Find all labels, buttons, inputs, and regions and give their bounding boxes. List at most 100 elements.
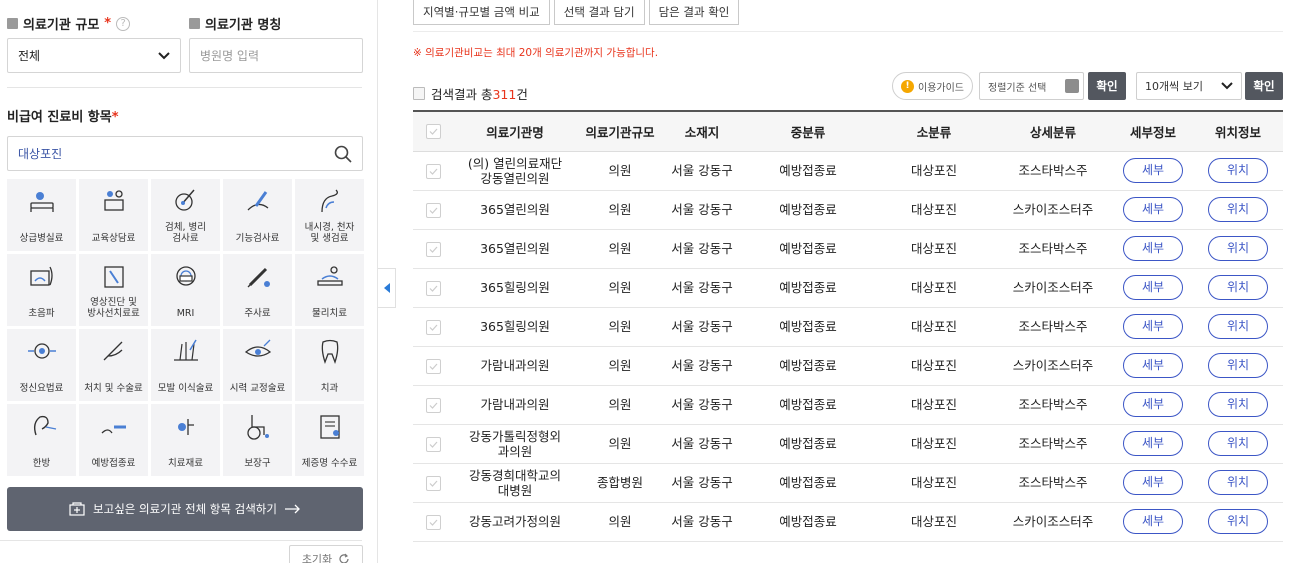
table-row: 365힐링의원 의원 서울 강동구 예방접종료 대상포진 스카이조스터주 세부 위치 — [413, 268, 1283, 308]
scale-cell: 의원 — [577, 307, 663, 347]
surgery-icon — [98, 336, 130, 366]
search-all-button[interactable]: 보고싶은 의료기관 전체 항목 검색하기 — [7, 487, 363, 531]
hospital-name-cell: 가람내과의원 — [453, 385, 577, 425]
category-label: 검체, 병리 검사료 — [165, 222, 206, 244]
category-label: 보장구 — [244, 458, 271, 469]
location-cell: 서울 강동구 — [663, 190, 741, 230]
detail-button[interactable]: 세부 — [1123, 509, 1183, 534]
detail-button[interactable]: 세부 — [1123, 392, 1183, 417]
detail-button[interactable]: 세부 — [1123, 314, 1183, 339]
compare-notice: ※ 의료기관비교는 최대 20개 의료기관까지 가능합니다. — [413, 47, 659, 59]
category-item[interactable]: 상급병실료 — [7, 179, 76, 251]
view-selected-button[interactable]: 담은 결과 확인 — [648, 0, 740, 25]
scale-cell: 의원 — [577, 502, 663, 542]
row-checkbox[interactable] — [425, 280, 441, 296]
row-checkbox[interactable] — [425, 202, 441, 218]
location-button[interactable]: 위치 — [1208, 509, 1268, 534]
detail-button[interactable]: 세부 — [1123, 197, 1183, 222]
category-item[interactable]: 검체, 병리 검사료 — [151, 179, 220, 251]
check-icon — [429, 128, 437, 136]
detail-button[interactable]: 세부 — [1123, 431, 1183, 456]
hospital-name-cell: 365힐링의원 — [453, 268, 577, 308]
detail-button[interactable]: 세부 — [1123, 470, 1183, 495]
detail-button[interactable]: 세부 — [1123, 158, 1183, 183]
category-label: 기능검사료 — [235, 233, 280, 244]
category-item[interactable]: 제증명 수수료 — [295, 404, 364, 476]
square-icon — [7, 18, 18, 29]
category-item[interactable]: 정신요법료 — [7, 329, 76, 401]
reset-button[interactable]: 초기화 — [289, 545, 363, 563]
category-item[interactable]: 치과 — [295, 329, 364, 401]
detail-button[interactable]: 세부 — [1123, 275, 1183, 300]
category-label: 치과 — [320, 383, 339, 394]
row-checkbox[interactable] — [425, 475, 441, 491]
hospital-name-input[interactable] — [200, 39, 352, 72]
location-button[interactable]: 위치 — [1208, 275, 1268, 300]
category-item[interactable]: 모발 이식술료 — [151, 329, 220, 401]
category-item[interactable]: 초음파 — [7, 254, 76, 326]
row-checkbox[interactable] — [425, 436, 441, 452]
sort-select[interactable]: 정렬기준 선택 — [979, 72, 1084, 100]
search-icon[interactable] — [334, 145, 352, 163]
check-icon — [429, 285, 437, 292]
add-selected-button[interactable]: 선택 결과 담기 — [553, 0, 645, 25]
location-cell: 서울 강동구 — [663, 424, 741, 464]
category-label: 상급병실료 — [19, 233, 64, 244]
category-item[interactable]: 처치 및 수술료 — [79, 329, 148, 401]
row-checkbox[interactable] — [425, 397, 441, 413]
category-item[interactable]: 치료재료 — [151, 404, 220, 476]
location-button[interactable]: 위치 — [1208, 158, 1268, 183]
table-row: 365힐링의원 의원 서울 강동구 예방접종료 대상포진 조스타박스주 세부 위치 — [413, 307, 1283, 347]
table-row: 365열린의원 의원 서울 강동구 예방접종료 대상포진 스카이조스터주 세부 위치 — [413, 190, 1283, 230]
sort-confirm-button[interactable]: 확인 — [1088, 72, 1126, 100]
compare-button[interactable]: 지역별·규모별 금액 비교 — [413, 0, 550, 25]
location-cell: 서울 강동구 — [663, 268, 741, 308]
category-item[interactable]: 기능검사료 — [223, 179, 292, 251]
page-size-confirm-button[interactable]: 확인 — [1245, 72, 1283, 100]
scale-cell: 의원 — [577, 190, 663, 230]
function-test-icon — [242, 186, 274, 216]
hospital-bed-icon — [26, 186, 58, 216]
sub-category-cell: 대상포진 — [875, 424, 993, 464]
location-button[interactable]: 위치 — [1208, 392, 1268, 417]
detail-button[interactable]: 세부 — [1123, 353, 1183, 378]
category-item[interactable]: 보장구 — [223, 404, 292, 476]
category-item[interactable]: 영상진단 및 방사선치료료 — [79, 254, 148, 326]
select-all-checkbox[interactable] — [425, 124, 441, 140]
category-item[interactable]: MRI — [151, 254, 220, 326]
row-checkbox[interactable] — [425, 241, 441, 257]
location-button[interactable]: 위치 — [1208, 236, 1268, 261]
row-checkbox[interactable] — [425, 163, 441, 179]
detail-category-cell: 스카이조스터주 — [993, 268, 1113, 308]
scale-cell: 종합병원 — [577, 463, 663, 503]
category-item[interactable]: 시력 교정술료 — [223, 329, 292, 401]
location-button[interactable]: 위치 — [1208, 314, 1268, 339]
row-checkbox[interactable] — [425, 514, 441, 530]
scale-select[interactable]: 전체 — [7, 38, 181, 73]
detail-button[interactable]: 세부 — [1123, 236, 1183, 261]
row-checkbox[interactable] — [425, 319, 441, 335]
detail-category-cell: 스카이조스터주 — [993, 190, 1113, 230]
category-item[interactable]: 한방 — [7, 404, 76, 476]
category-item[interactable]: 주사료 — [223, 254, 292, 326]
category-item[interactable]: 예방접종료 — [79, 404, 148, 476]
location-button[interactable]: 위치 — [1208, 470, 1268, 495]
page-size-select[interactable]: 10개씩 보기 — [1136, 72, 1242, 100]
category-search-input[interactable]: 대상포진 — [7, 136, 363, 171]
category-item[interactable]: 물리치료 — [295, 254, 364, 326]
check-icon — [429, 246, 437, 253]
category-item[interactable]: 내시경, 천자 및 생검료 — [295, 179, 364, 251]
detail-category-cell: 조스타박스주 — [993, 307, 1113, 347]
category-label: MRI — [176, 308, 195, 319]
detail-category-cell: 조스타박스주 — [993, 229, 1113, 269]
location-button[interactable]: 위치 — [1208, 431, 1268, 456]
brain-icon — [26, 336, 58, 366]
location-button[interactable]: 위치 — [1208, 197, 1268, 222]
row-checkbox[interactable] — [425, 358, 441, 374]
category-item[interactable]: 교육상담료 — [79, 179, 148, 251]
location-button[interactable]: 위치 — [1208, 353, 1268, 378]
collapse-panel-toggle[interactable] — [378, 268, 396, 308]
guide-button[interactable]: ! 이용가이드 — [892, 72, 973, 100]
mid-category-cell: 예방접종료 — [741, 151, 875, 191]
help-icon[interactable]: ? — [116, 16, 131, 31]
